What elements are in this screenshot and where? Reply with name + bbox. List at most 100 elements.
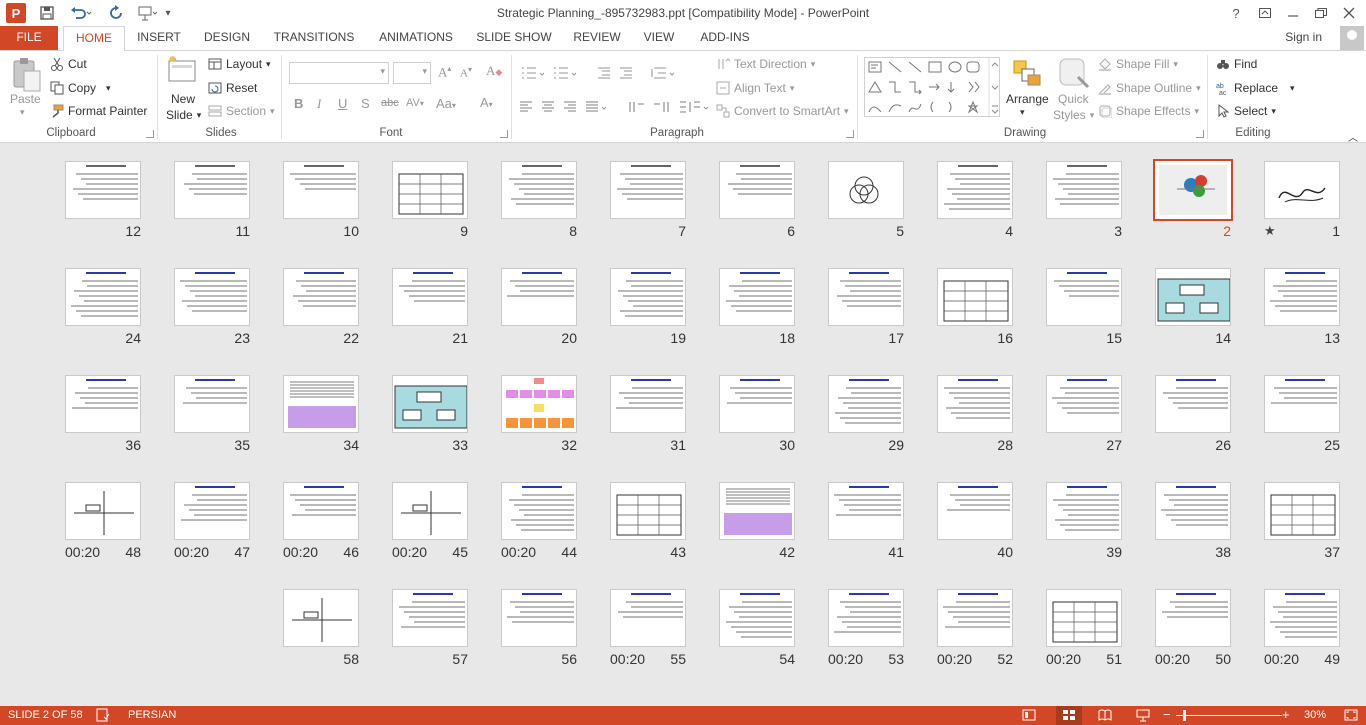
slide-thumbnail[interactable] [1264, 268, 1340, 326]
collapse-ribbon-icon[interactable]: ︿ [1348, 129, 1358, 144]
slide-thumbnail[interactable] [392, 589, 468, 647]
text-direction-button[interactable]: Text Direction ▾ [716, 57, 815, 71]
new-slide-dropdown[interactable]: Slide ▾ [166, 108, 201, 122]
tab-animations[interactable]: ANIMATIONS [370, 26, 462, 50]
reading-view-icon[interactable] [1098, 708, 1112, 725]
slide-thumbnail[interactable] [392, 161, 468, 219]
language-status[interactable]: PERSIAN [128, 709, 176, 721]
slide-thumbnail[interactable] [610, 375, 686, 433]
arrange-icon[interactable] [1012, 59, 1042, 87]
fit-slide-icon[interactable] [1344, 708, 1358, 725]
slide-thumbnail[interactable] [1264, 589, 1340, 647]
slide-thumbnail[interactable] [828, 161, 904, 219]
new-slide-icon[interactable] [166, 55, 198, 86]
slide-thumbnail[interactable] [719, 268, 795, 326]
slide-thumbnail[interactable] [283, 161, 359, 219]
tab-view[interactable]: VIEW [636, 26, 682, 50]
slideshow-view-icon[interactable] [1136, 708, 1150, 725]
slide-thumbnail[interactable] [937, 375, 1013, 433]
slide-thumbnail[interactable] [719, 482, 795, 540]
slide-thumbnail[interactable] [501, 482, 577, 540]
slide-thumbnail[interactable] [828, 589, 904, 647]
slide-thumbnail[interactable] [937, 268, 1013, 326]
slide-thumbnail[interactable] [1046, 375, 1122, 433]
slide-thumbnail[interactable] [65, 375, 141, 433]
slide-thumbnail[interactable] [610, 161, 686, 219]
select-button[interactable]: Select ▾ [1216, 104, 1276, 118]
slide-thumbnail[interactable] [610, 482, 686, 540]
slide-sorter[interactable]: 1 ★ 2 3 4 5 6 7 8 9 10 11 12 13 14 15 16 17 18 19 20 21 22 23 24… [0, 144, 1366, 706]
shape-effects-button[interactable]: Shape Effects ▾ [1098, 104, 1199, 118]
quick-styles-icon[interactable] [1058, 57, 1090, 89]
replace-button[interactable]: ab ac Replace ▾ [1216, 81, 1295, 95]
increase-font-size-icon[interactable]: A▴ [438, 64, 451, 80]
font-family-combobox[interactable] [289, 62, 389, 84]
zoom-out-button[interactable]: − [1163, 707, 1171, 722]
paragraph-top-row-icons[interactable] [520, 66, 720, 80]
slide-thumbnail[interactable] [501, 161, 577, 219]
text-shadow-icon[interactable]: S [361, 96, 370, 111]
reset-button[interactable]: Reset [208, 81, 257, 95]
slide-thumbnail[interactable] [501, 375, 577, 433]
slide-thumbnail[interactable] [1046, 161, 1122, 219]
slide-thumbnail[interactable] [174, 375, 250, 433]
slide-thumbnail[interactable] [501, 589, 577, 647]
slide-thumbnail[interactable] [65, 161, 141, 219]
slide-thumbnail[interactable] [828, 482, 904, 540]
tab-review[interactable]: REVIEW [566, 26, 628, 50]
drawing-launcher-icon[interactable] [1196, 130, 1204, 138]
paste-button[interactable]: Paste [10, 92, 41, 106]
quick-styles-button[interactable]: Quick [1058, 92, 1089, 106]
slide-thumbnail[interactable] [65, 482, 141, 540]
zoom-in-button[interactable]: + [1282, 707, 1290, 722]
tab-home[interactable]: HOME [63, 26, 125, 51]
ribbon-display-options-icon[interactable] [1256, 3, 1274, 23]
zoom-slider-thumb[interactable] [1183, 710, 1186, 721]
underline-icon[interactable]: U [338, 96, 347, 111]
decrease-font-size-icon[interactable]: A▾ [460, 65, 472, 80]
restore-icon[interactable] [1312, 3, 1330, 23]
slide-thumbnail[interactable] [610, 589, 686, 647]
animation-star-icon[interactable]: ★ [1264, 223, 1276, 239]
minimize-icon[interactable] [1284, 3, 1302, 23]
help-icon[interactable]: ? [1228, 3, 1244, 23]
slide-thumbnail[interactable] [501, 268, 577, 326]
slide-thumbnail[interactable] [174, 161, 250, 219]
paragraph-launcher-icon[interactable] [846, 130, 854, 138]
slide-thumbnail[interactable] [719, 589, 795, 647]
font-launcher-icon[interactable] [500, 130, 508, 138]
spelling-icon[interactable] [96, 708, 110, 725]
format-painter-button[interactable]: Format Painter [50, 104, 147, 118]
slide-thumbnail[interactable] [1046, 268, 1122, 326]
copy-button[interactable]: Copy ▾ [50, 81, 111, 95]
arrange-chevron-icon[interactable]: ▾ [1020, 107, 1025, 118]
shape-fill-button[interactable]: Shape Fill ▾ [1098, 57, 1178, 71]
bold-icon[interactable]: B [294, 96, 303, 111]
slide-thumbnail[interactable] [1264, 482, 1340, 540]
font-size-combobox[interactable] [393, 62, 431, 84]
font-color-icon[interactable]: A▾ [480, 95, 493, 110]
arrange-button[interactable]: Arrange [1006, 92, 1049, 106]
tab-design[interactable]: DESIGN [196, 26, 258, 50]
slide-thumbnail[interactable] [1153, 159, 1233, 221]
slide-thumbnail[interactable] [1046, 482, 1122, 540]
align-text-button[interactable]: Align Text ▾ [716, 81, 794, 95]
slide-thumbnail[interactable] [283, 375, 359, 433]
slide-thumbnail[interactable] [392, 268, 468, 326]
slide-sorter-view-icon[interactable] [1056, 706, 1082, 725]
layout-button[interactable]: Layout ▾ [208, 57, 271, 71]
slide-thumbnail[interactable] [392, 482, 468, 540]
new-slide-button[interactable]: New [171, 92, 195, 106]
slide-thumbnail[interactable] [283, 589, 359, 647]
slide-thumbnail[interactable] [937, 482, 1013, 540]
zoom-slider-track[interactable] [1176, 715, 1282, 716]
zoom-level[interactable]: 30% [1304, 709, 1326, 721]
paste-dropdown-icon[interactable]: ▾ [20, 107, 25, 118]
section-button[interactable]: Section ▾ [208, 104, 275, 118]
tab-slide-show[interactable]: SLIDE SHOW [470, 26, 558, 50]
cut-button[interactable]: Cut [50, 57, 87, 71]
quick-styles-dropdown[interactable]: Styles ▾ [1053, 108, 1094, 122]
shapes-gallery[interactable] [864, 57, 1000, 118]
slide-thumbnail[interactable] [1155, 375, 1231, 433]
avatar[interactable] [1340, 26, 1364, 50]
